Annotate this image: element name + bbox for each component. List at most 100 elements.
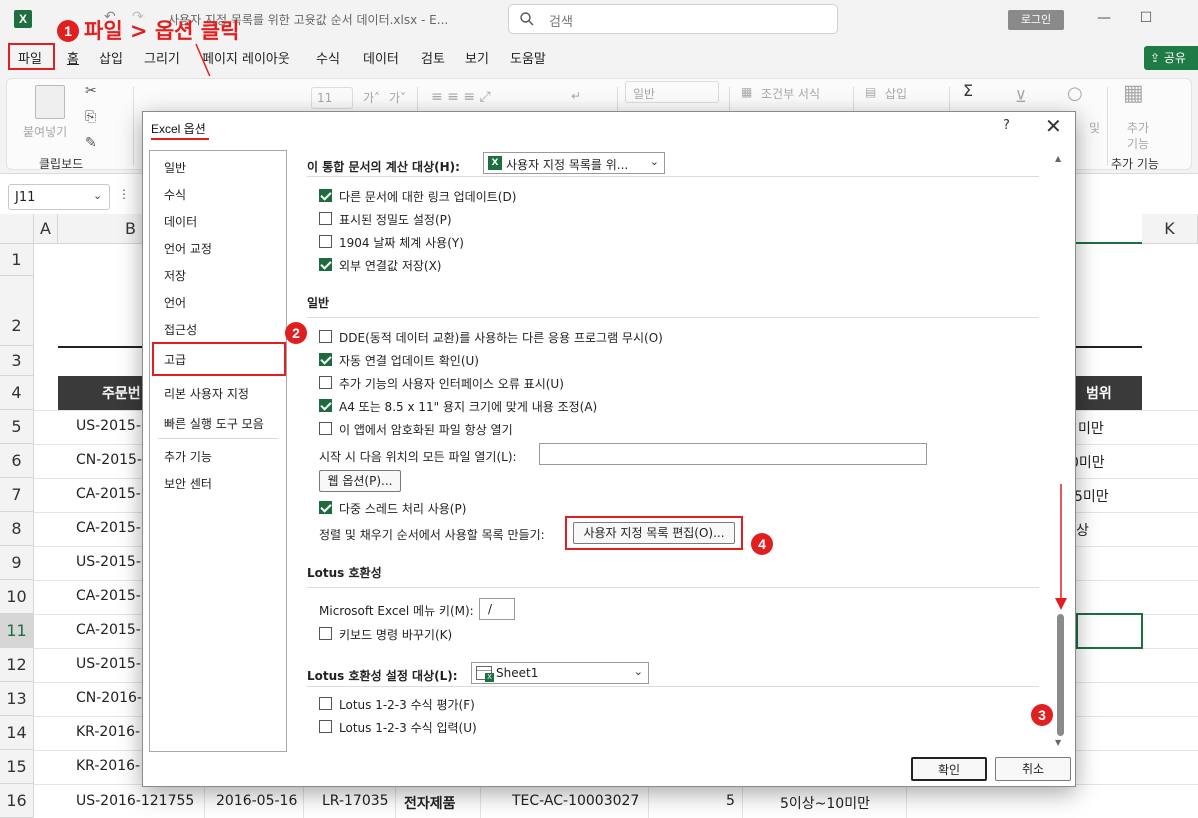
checkbox-precision[interactable]	[319, 212, 332, 225]
scroll-down-icon[interactable]: ▼	[1055, 738, 1061, 747]
category-quick-access[interactable]: 빠른 실행 도구 모음	[164, 415, 264, 432]
row-header[interactable]: 12	[0, 648, 34, 682]
cell-range-7[interactable]: 5미만	[1074, 486, 1109, 506]
category-addins[interactable]: 추가 기능	[164, 448, 212, 465]
column-header-a[interactable]: A	[34, 214, 58, 244]
checkbox-multithread[interactable]	[319, 501, 332, 514]
checkbox-lotus-entry[interactable]	[319, 720, 332, 733]
cell-b11[interactable]: CA-2015-	[76, 622, 141, 638]
checkbox-save-external[interactable]	[319, 258, 332, 271]
cell-c16[interactable]: 2016-05-16	[216, 793, 297, 809]
row-header[interactable]: 16	[0, 784, 34, 818]
autosum-icon[interactable]: Σ	[963, 81, 973, 100]
cell-b16[interactable]: US-2016-121755	[76, 793, 194, 809]
sort-filter-icon[interactable]: ⊻	[1015, 87, 1027, 106]
category-save[interactable]: 저장	[164, 267, 186, 284]
category-accessibility[interactable]: 접근성	[164, 321, 197, 338]
ok-button[interactable]: 확인	[911, 757, 987, 781]
row-header[interactable]: 15	[0, 750, 34, 784]
corner-cell[interactable]	[0, 214, 34, 244]
cell-b12[interactable]: US-2015-	[76, 656, 141, 672]
cell-header-range[interactable]: 범위	[1086, 383, 1112, 403]
checkbox-nav-keys[interactable]	[319, 627, 332, 640]
menu-formulas[interactable]: 수식	[316, 48, 340, 67]
row-header[interactable]: 6	[0, 444, 34, 478]
more-icon[interactable]: ⋮	[118, 187, 130, 201]
category-formulas[interactable]: 수식	[164, 186, 186, 203]
paste-label[interactable]: 붙여넣기	[23, 123, 67, 140]
checkbox-auto-links[interactable]	[319, 353, 332, 366]
row-header[interactable]: 14	[0, 716, 34, 750]
checkbox-update-links[interactable]	[319, 189, 332, 202]
cancel-button[interactable]: 취소	[995, 757, 1071, 781]
copy-icon[interactable]: ⎘	[85, 109, 96, 125]
cell-b14[interactable]: KR-2016-	[76, 724, 140, 740]
scroll-up-icon[interactable]: ▲	[1055, 154, 1061, 163]
category-advanced[interactable]: 고급	[164, 351, 186, 368]
category-proofing[interactable]: 언어 교정	[164, 240, 212, 257]
cond-format-label[interactable]: 조건부 서식	[761, 85, 820, 102]
scrollbar-thumb[interactable]	[1057, 614, 1064, 736]
row-header[interactable]: 8	[0, 512, 34, 546]
menu-help[interactable]: 도움말	[510, 48, 546, 67]
row-header[interactable]: 11	[0, 614, 34, 648]
row-header[interactable]: 13	[0, 682, 34, 716]
cell-b6[interactable]: CN-2015-	[76, 452, 142, 468]
login-button[interactable]: 로그인	[1008, 10, 1064, 30]
checkbox-encrypted[interactable]	[319, 422, 332, 435]
cell-e16[interactable]: 전자제품	[404, 793, 456, 813]
category-trust-center[interactable]: 보안 센터	[164, 475, 212, 492]
addins-icon[interactable]: ▦	[1123, 81, 1144, 106]
row-header[interactable]: 1	[0, 244, 34, 276]
restore-icon[interactable]: ☐	[1136, 8, 1156, 28]
row-header[interactable]: 10	[0, 580, 34, 614]
search-input[interactable]: 검색	[508, 4, 838, 34]
options-scrollbar[interactable]: ▲ ▼	[1055, 154, 1067, 750]
checkbox-scale-paper[interactable]	[319, 399, 332, 412]
find-icon[interactable]: ○	[1067, 83, 1083, 104]
cell-d16[interactable]: LR-17035	[322, 793, 389, 809]
cell-b5[interactable]: US-2015-	[76, 418, 141, 434]
paste-icon[interactable]	[35, 85, 65, 119]
cell-b13[interactable]: CN-2016-	[76, 690, 142, 706]
cell-b15[interactable]: KR-2016-	[76, 758, 140, 774]
menu-insert[interactable]: 삽입	[99, 48, 123, 67]
category-general[interactable]: 일반	[164, 159, 186, 176]
close-icon[interactable]: ✕	[1045, 114, 1062, 138]
cell-f16[interactable]: TEC-AC-10003027	[512, 793, 639, 809]
cell-range-8[interactable]: 상	[1076, 520, 1089, 540]
lotus-settings-dropdown[interactable]: X Sheet1 ⌄	[471, 662, 649, 684]
checkbox-addin-errors[interactable]	[319, 376, 332, 389]
name-box[interactable]: J11 ⌄	[8, 184, 110, 210]
category-data[interactable]: 데이터	[164, 213, 197, 230]
chevron-down-icon[interactable]: ⌄	[93, 189, 102, 202]
cell-b8[interactable]: CA-2015-	[76, 520, 141, 536]
row-header[interactable]: 3	[0, 346, 34, 376]
selected-cell-j11[interactable]	[1076, 613, 1143, 649]
row-header[interactable]: 2	[0, 276, 34, 346]
column-header-k[interactable]: K	[1142, 214, 1198, 244]
shrink-font-icon[interactable]: 가˅	[389, 89, 406, 106]
cell-b10[interactable]: CA-2015-	[76, 588, 141, 604]
menu-file[interactable]: 파일	[18, 48, 42, 67]
edit-custom-lists-button[interactable]: 사용자 지정 목록 편집(O)...	[573, 522, 735, 544]
grow-font-icon[interactable]: 가˄	[363, 89, 380, 106]
menu-data[interactable]: 데이터	[363, 48, 399, 67]
menu-home[interactable]: 홈	[67, 48, 79, 67]
category-language[interactable]: 언어	[164, 294, 186, 311]
checkbox-ignore-dde[interactable]	[319, 330, 332, 343]
row-header[interactable]: 5	[0, 410, 34, 444]
cell-b7[interactable]: CA-2015-	[76, 486, 141, 502]
align-icons[interactable]: ≡ ≡ ≡ ⤢	[431, 89, 491, 105]
cell-g16[interactable]: 5	[726, 793, 735, 809]
wrap-text-icon[interactable]: ↵	[571, 89, 581, 103]
cell-b9[interactable]: US-2015-	[76, 554, 141, 570]
startup-folder-input[interactable]	[539, 443, 927, 465]
menu-view[interactable]: 보기	[465, 48, 489, 67]
insert-cells-label[interactable]: 삽입	[885, 85, 907, 102]
menu-draw[interactable]: 그리기	[144, 48, 180, 67]
row-header[interactable]: 4	[0, 376, 34, 410]
menu-key-input[interactable]: /	[479, 598, 515, 620]
help-icon[interactable]: ?	[1003, 118, 1010, 133]
checkbox-lotus-eval[interactable]	[319, 697, 332, 710]
